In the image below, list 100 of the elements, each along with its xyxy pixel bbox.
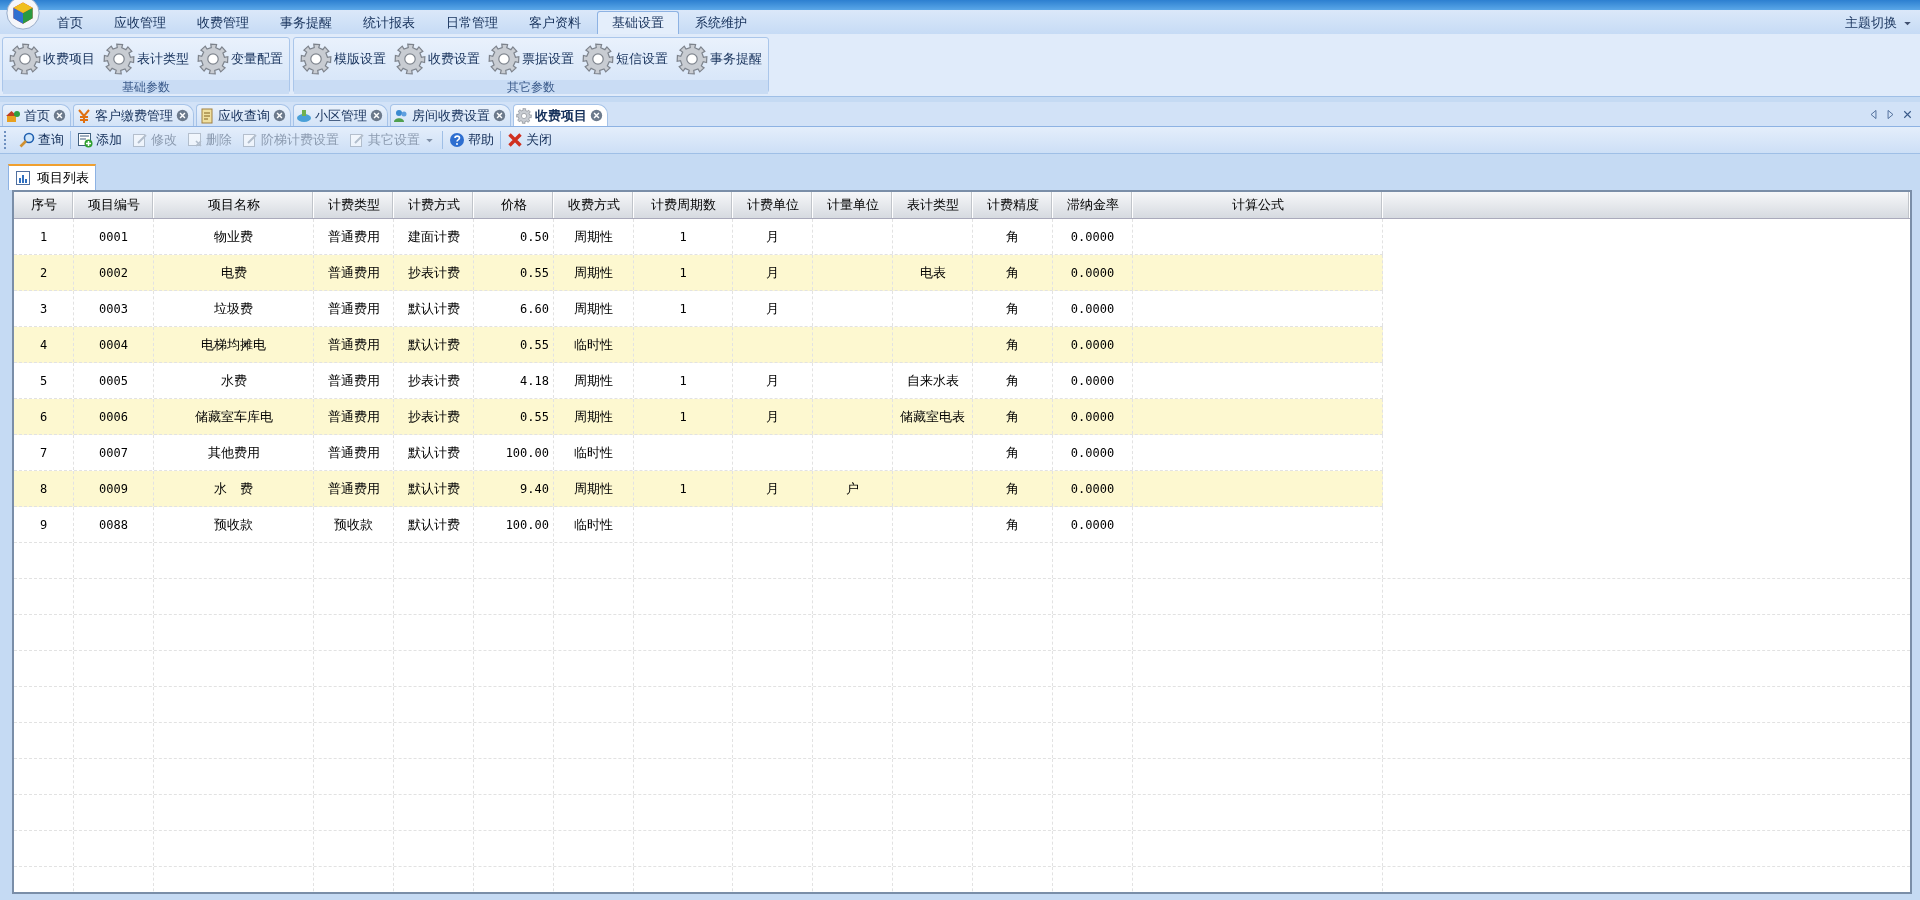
table-cell: 4 [39, 337, 48, 352]
table-cell: 周期性 [574, 407, 613, 426]
panel-tab[interactable]: 项目列表 [8, 164, 96, 190]
table-cell: 4.18 [520, 373, 549, 388]
table-cell: 建面计费 [407, 227, 460, 246]
table-row[interactable]: 4 0004 电梯均摊电 普通费用 默认计费 0.55 临时性 角 0.0000 [14, 327, 1383, 363]
document-tab[interactable]: 首页 [2, 104, 71, 126]
document-tab[interactable]: 房间收费设置 [390, 104, 511, 126]
table-row[interactable]: 5 0005 水费 普通费用 抄表计费 4.18 周期性 1 月 自来水表 角 0.0000 [14, 363, 1383, 399]
column-header[interactable]: 收费方式 [554, 192, 634, 218]
table-cell: 0.0000 [1070, 409, 1115, 424]
column-header[interactable]: 计费类型 [314, 192, 394, 218]
menu-tab[interactable]: 首页 [42, 11, 98, 34]
table-cell: 6.60 [520, 301, 549, 316]
table-cell: 垃圾费 [214, 299, 253, 318]
toolbar-button[interactable]: 帮助 [445, 129, 498, 151]
ribbon-button[interactable]: 事务提醒 [674, 41, 764, 77]
table-row[interactable]: 6 0006 储藏室车库电 普通费用 抄表计费 0.55 周期性 1 月 储藏室电表 角 0.0000 [14, 399, 1383, 435]
table-row[interactable]: 1 0001 物业费 普通费用 建面计费 0.50 周期性 1 月 角 0.0000 [14, 219, 1383, 255]
table-cell: 户 [846, 479, 859, 498]
document-tab[interactable]: 小区管理 [293, 104, 388, 126]
menu-tab[interactable]: 日常管理 [431, 11, 513, 34]
table-cell: 其他费用 [207, 443, 260, 462]
gear-icon [9, 43, 41, 75]
table-cell: 预收款 [214, 515, 253, 534]
toolbar-button[interactable]: 添加 [73, 129, 126, 151]
table-cell: 周期性 [574, 371, 613, 390]
column-header[interactable]: 计费单位 [733, 192, 813, 218]
table-row[interactable]: 7 0007 其他费用 普通费用 默认计费 100.00 临时性 角 0.0000 [14, 435, 1383, 471]
search-icon [19, 132, 35, 148]
table-cell: 默认计费 [407, 515, 460, 534]
menu-tab[interactable]: 系统维护 [680, 11, 762, 34]
gear-icon [676, 43, 708, 75]
ribbon-button[interactable]: 表计类型 [101, 41, 191, 77]
table-cell: 0.55 [520, 337, 549, 352]
tab-label: 收费项目 [535, 106, 587, 125]
ribbon-button[interactable]: 变量配置 [195, 41, 285, 77]
toolbar-button[interactable]: 关闭 [503, 129, 556, 151]
column-header[interactable]: 计费精度 [973, 192, 1053, 218]
table-cell: 角 [1006, 263, 1019, 282]
table-cell: 角 [1006, 299, 1019, 318]
table-cell: 0009 [99, 481, 128, 496]
table-cell: 角 [1006, 407, 1019, 426]
table-cell: 周期性 [574, 299, 613, 318]
column-header[interactable]: 滞纳金率 [1053, 192, 1133, 218]
table-cell: 默认计费 [407, 299, 460, 318]
theme-switch-menu[interactable]: 主题切换 [1845, 12, 1914, 34]
table-cell: 8 [39, 481, 48, 496]
table-cell: 电梯均摊电 [201, 335, 266, 354]
ribbon-button[interactable]: 短信设置 [580, 41, 670, 77]
table-cell: 普通费用 [327, 335, 380, 354]
column-header[interactable]: 表计类型 [893, 192, 973, 218]
table-row[interactable]: 9 0088 预收款 预收款 默认计费 100.00 临时性 角 0.0000 [14, 507, 1383, 543]
ribbon-button[interactable]: 收费项目 [7, 41, 97, 77]
gear-icon [300, 43, 332, 75]
ribbon-button[interactable]: 收费设置 [392, 41, 482, 77]
tab-label: 首页 [24, 106, 50, 125]
tab-label: 客户缴费管理 [95, 106, 173, 125]
ribbon-button[interactable]: 票据设置 [486, 41, 576, 77]
column-header[interactable]: 项目编号 [74, 192, 154, 218]
column-header[interactable]: 序号 [14, 192, 74, 218]
document-tab[interactable]: 应收查询 [196, 104, 291, 126]
menu-tab[interactable]: 统计报表 [348, 11, 430, 34]
table-cell: 月 [766, 263, 779, 282]
table-cell: 默认计费 [407, 479, 460, 498]
table-cell: 物业费 [214, 227, 253, 246]
column-header[interactable]: 计算公式 [1133, 192, 1383, 218]
menu-tab[interactable]: 客户资料 [514, 11, 596, 34]
table-row[interactable]: 8 0009 水 费 普通费用 默认计费 9.40 周期性 1 月 户 角 0.0000 [14, 471, 1383, 507]
table-cell: 角 [1006, 515, 1019, 534]
table-cell: 0.0000 [1070, 229, 1115, 244]
column-header[interactable]: 计费方式 [394, 192, 474, 218]
column-header[interactable]: 计量单位 [813, 192, 893, 218]
menu-tab[interactable]: 事务提醒 [265, 11, 347, 34]
table-cell: 0005 [99, 373, 128, 388]
column-header[interactable]: 项目名称 [154, 192, 314, 218]
table-cell: 自来水表 [906, 371, 959, 390]
column-header[interactable]: 计费周期数 [634, 192, 733, 218]
table-cell: 0.0000 [1070, 445, 1115, 460]
menu-tab[interactable]: 收费管理 [182, 11, 264, 34]
table-cell: 1 [39, 229, 48, 244]
document-tab[interactable]: 客户缴费管理 [73, 104, 194, 126]
table-cell: 角 [1006, 227, 1019, 246]
document-tab[interactable]: 收费项目 [513, 104, 608, 126]
ribbon-button[interactable]: 模版设置 [298, 41, 388, 77]
table-cell: 月 [766, 299, 779, 318]
menu-tab[interactable]: 基础设置 [597, 11, 679, 34]
table-cell: 周期性 [574, 227, 613, 246]
table-row[interactable]: 2 0002 电费 普通费用 抄表计费 0.55 周期性 1 月 电表 角 0.0000 [14, 255, 1383, 291]
column-header[interactable]: 价格 [474, 192, 554, 218]
help-icon [449, 132, 465, 148]
gear-icon [197, 43, 229, 75]
table-row[interactable]: 3 0003 垃圾费 普通费用 默认计费 6.60 周期性 1 月 角 0.0000 [14, 291, 1383, 327]
table-cell: 普通费用 [327, 227, 380, 246]
globe-icon [296, 107, 312, 124]
toolbar-button[interactable]: 查询 [15, 129, 68, 151]
menu-tab[interactable]: 应收管理 [99, 11, 181, 34]
edit-icon [242, 132, 258, 148]
table-cell: 抄表计费 [407, 407, 460, 426]
table-cell: 0006 [99, 409, 128, 424]
